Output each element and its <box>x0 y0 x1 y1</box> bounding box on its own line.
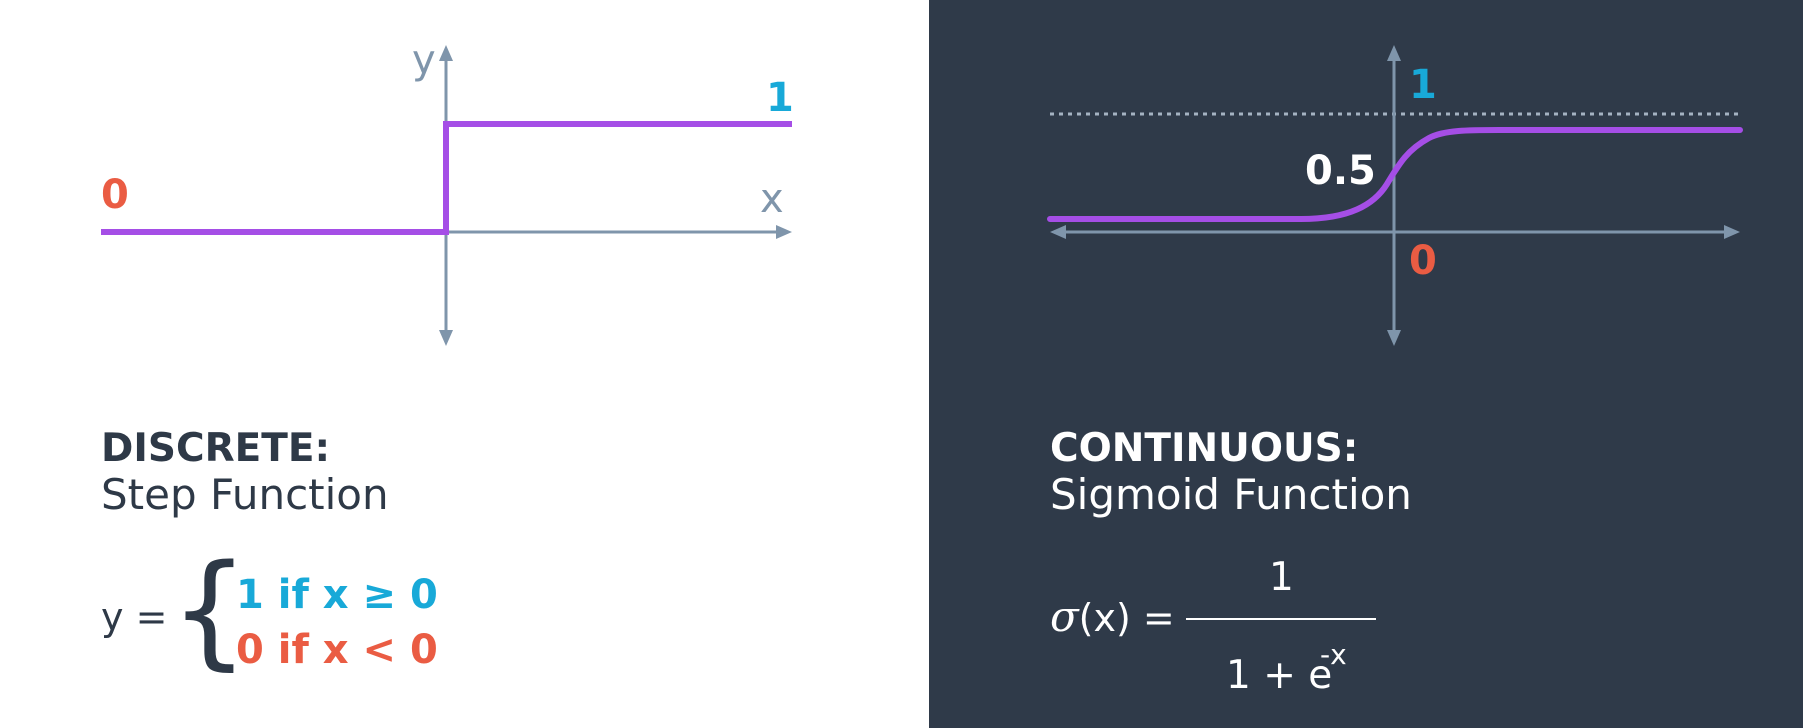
step-function-graph: y x 0 1 <box>101 37 794 346</box>
sigma-symbol: σ <box>1050 592 1079 641</box>
y-axis-up-arrow <box>439 45 453 61</box>
sigmoid-y-axis-down-arrow <box>1387 330 1401 346</box>
step-curve <box>101 121 792 235</box>
sigmoid-one-label: 1 <box>1409 62 1437 108</box>
sigmoid-formula-numerator: 1 <box>1269 555 1294 600</box>
y-axis-label: y <box>412 37 436 83</box>
diagram-canvas: y x 0 1 DISCRETE: Step Function y = { 1 … <box>0 0 1803 728</box>
discrete-panel: y x 0 1 DISCRETE: Step Function y = { 1 … <box>0 0 929 728</box>
step-formula-case-one: 1 if x ≥ 0 <box>236 572 438 618</box>
sigmoid-x-axis-right-arrow <box>1724 225 1740 239</box>
sigmoid-formula-lhs: σ(x) = <box>1050 596 1175 638</box>
sigmoid-formula-denominator: 1 + e <box>1226 653 1333 698</box>
sigmoid-y-axis-up-arrow <box>1387 45 1401 61</box>
sigmoid-midpoint-label: 0.5 <box>1305 148 1376 194</box>
sigmoid-zero-label: 0 <box>1409 238 1437 284</box>
sigmoid-x-axis-left-arrow <box>1050 225 1066 239</box>
x-axis-label: x <box>760 176 784 222</box>
step-function-subheading: Step Function <box>101 470 389 519</box>
continuous-panel: 1 0.5 0 CONTINUOUS: Sigmoid Function σ(x… <box>929 0 1803 728</box>
step-zero-label: 0 <box>101 172 129 218</box>
step-formula-lhs: y = <box>101 595 168 639</box>
sigmoid-function-subheading: Sigmoid Function <box>1050 470 1412 519</box>
x-axis-right-arrow <box>776 225 792 239</box>
step-one-label: 1 <box>766 75 794 121</box>
sigmoid-formula-argument: (x) = <box>1078 596 1175 640</box>
continuous-heading: CONTINUOUS: <box>1050 426 1359 471</box>
sigmoid-formula-fraction-bar <box>1186 618 1376 620</box>
y-axis-down-arrow <box>439 330 453 346</box>
step-formula-case-two: 0 if x < 0 <box>236 627 438 673</box>
sigmoid-function-graph: 1 0.5 0 <box>1047 45 1743 346</box>
discrete-heading: DISCRETE: <box>101 426 331 471</box>
sigmoid-formula-exponent: -x <box>1320 638 1347 671</box>
